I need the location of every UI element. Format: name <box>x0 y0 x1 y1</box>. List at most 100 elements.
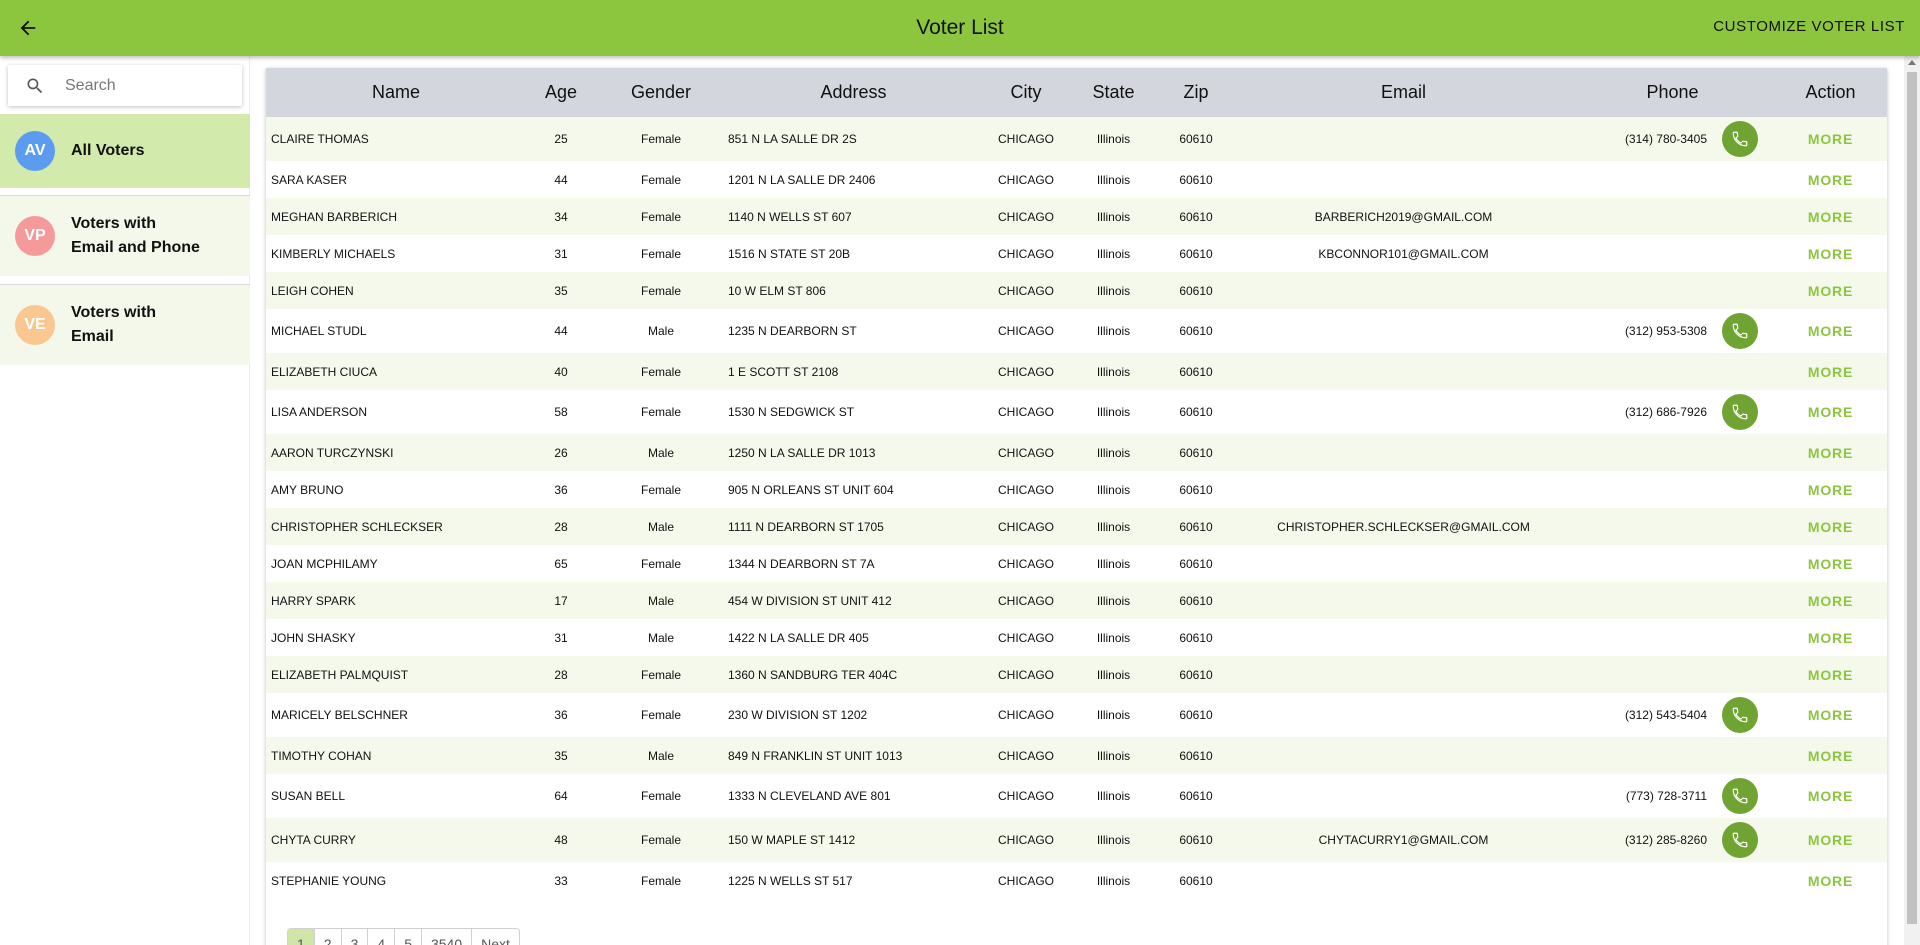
sidebar-item-voters-with-email-and-phone[interactable]: VP Voters with Email and Phone <box>0 196 250 276</box>
customize-voter-list-button[interactable]: CUSTOMIZE VOTER LIST <box>1713 18 1905 35</box>
cell-state: Illinois <box>1096 667 1131 682</box>
column-header-name[interactable]: Name <box>266 68 526 117</box>
more-button[interactable]: MORE <box>1808 748 1853 764</box>
more-button[interactable]: MORE <box>1808 364 1853 380</box>
sidebar-item-voters-with-email[interactable]: VE Voters with Email <box>0 285 250 365</box>
cell-age: 48 <box>554 833 568 847</box>
cell-address: 1201 N LA SALLE DR 2406 <box>728 172 876 187</box>
cell-email <box>1236 272 1571 309</box>
cell-city: CHICAGO <box>997 833 1054 847</box>
more-button[interactable]: MORE <box>1808 445 1853 461</box>
table-row: MARICELY BELSCHNER 36 Female 230 W DIVISION… <box>266 693 1887 737</box>
cell-action: MORE <box>1774 117 1887 161</box>
cell-state: Illinois <box>1096 172 1131 187</box>
cell-gender: Female <box>640 833 681 847</box>
scrollbar-thumb[interactable] <box>1907 72 1917 924</box>
more-button[interactable]: MORE <box>1808 283 1853 299</box>
more-button[interactable]: MORE <box>1808 707 1853 723</box>
table-row: ELIZABETH PALMQUIST 28 Female 1360 N SANDBU… <box>266 656 1887 693</box>
cell-gender: Male <box>647 748 674 763</box>
call-button[interactable] <box>1722 121 1758 157</box>
cell-city: CHICAGO <box>997 789 1054 803</box>
table-row: KIMBERLY MICHAELS 31 Female 1516 N STATE ST… <box>266 235 1887 272</box>
page-button-3[interactable]: 3 <box>342 929 369 945</box>
more-button[interactable]: MORE <box>1808 873 1853 889</box>
cell-gender: Female <box>640 873 681 888</box>
more-button[interactable]: MORE <box>1808 131 1853 147</box>
cell-gender: Male <box>647 324 674 338</box>
cell-state: Illinois <box>1096 364 1131 379</box>
call-button[interactable] <box>1722 778 1758 814</box>
back-button[interactable] <box>14 14 42 42</box>
more-button[interactable]: MORE <box>1808 209 1853 225</box>
more-button[interactable]: MORE <box>1808 172 1853 188</box>
cell-state: Illinois <box>1096 789 1131 803</box>
phone-icon <box>1732 404 1748 420</box>
cell-phone <box>1571 353 1774 390</box>
more-button[interactable]: MORE <box>1808 788 1853 804</box>
avatar: VE <box>15 305 55 345</box>
cell-action: MORE <box>1774 272 1887 309</box>
column-header-gender[interactable]: Gender <box>596 68 726 117</box>
more-button[interactable]: MORE <box>1808 556 1853 572</box>
table-row: CLAIRE THOMAS 25 Female 851 N LA SALLE DR 2… <box>266 117 1887 161</box>
call-button[interactable] <box>1722 697 1758 733</box>
page-button-5[interactable]: 5 <box>395 929 422 945</box>
column-header-zip[interactable]: Zip <box>1156 68 1236 117</box>
table-row: JOAN MCPHILAMY 65 Female 1344 N DEARBORN ST… <box>266 545 1887 582</box>
table-row: CHYTA CURRY 48 Female 150 W MAPLE ST 1412 CH… <box>266 818 1887 862</box>
cell-email: KBCONNOR101@GMAIL.COM <box>1318 246 1489 261</box>
column-header-email[interactable]: Email <box>1236 68 1571 117</box>
cell-state: Illinois <box>1096 630 1131 645</box>
more-button[interactable]: MORE <box>1808 482 1853 498</box>
cell-zip: 60610 <box>1179 667 1213 682</box>
cell-email <box>1236 774 1571 818</box>
sidebar-item-label: All Voters <box>71 139 145 163</box>
cell-phone <box>1571 619 1774 656</box>
cell-email <box>1236 737 1571 774</box>
more-button[interactable]: MORE <box>1808 323 1853 339</box>
cell-action: MORE <box>1774 818 1887 862</box>
vertical-scrollbar[interactable] <box>1904 56 1920 945</box>
more-button[interactable]: MORE <box>1808 404 1853 420</box>
page-button-last[interactable]: 3540 <box>422 929 473 945</box>
cell-gender: Female <box>640 482 681 497</box>
column-header-state[interactable]: State <box>1071 68 1156 117</box>
more-button[interactable]: MORE <box>1808 832 1853 848</box>
cell-state: Illinois <box>1096 324 1131 338</box>
cell-city: CHICAGO <box>997 246 1054 261</box>
more-button[interactable]: MORE <box>1808 593 1853 609</box>
call-button[interactable] <box>1722 394 1758 430</box>
more-button[interactable]: MORE <box>1808 667 1853 683</box>
scroll-up-arrow-icon[interactable] <box>1908 60 1916 65</box>
page-button-4[interactable]: 4 <box>368 929 396 945</box>
phone-wrap: (312) 285-8260 <box>1571 822 1774 858</box>
avatar: VP <box>15 216 55 256</box>
cell-age: 33 <box>554 873 568 888</box>
column-header-address[interactable]: Address <box>726 68 981 117</box>
cell-address: 1111 N DEARBORN ST 1705 <box>728 519 884 534</box>
cell-email <box>1236 309 1571 353</box>
call-button[interactable] <box>1722 822 1758 858</box>
next-page-button[interactable]: Next <box>472 929 519 945</box>
call-button[interactable] <box>1722 313 1758 349</box>
sidebar-item-all-voters[interactable]: AV All Voters <box>0 114 250 188</box>
cell-state: Illinois <box>1096 405 1131 419</box>
more-button[interactable]: MORE <box>1808 630 1853 646</box>
page-button-1[interactable]: 1 <box>288 929 315 945</box>
cell-address: 230 W DIVISION ST 1202 <box>728 708 868 722</box>
column-header-city[interactable]: City <box>981 68 1071 117</box>
sidebar-item-label-line1: Voters with <box>71 304 157 321</box>
cell-age: 36 <box>554 708 568 722</box>
cell-name: SARA KASER <box>271 172 348 187</box>
cell-address: 150 W MAPLE ST 1412 <box>728 833 856 847</box>
more-button[interactable]: MORE <box>1808 246 1853 262</box>
column-header-phone[interactable]: Phone <box>1571 68 1774 117</box>
cell-city: CHICAGO <box>997 873 1054 888</box>
cell-address: 905 N ORLEANS ST UNIT 604 <box>728 482 894 497</box>
page-button-2[interactable]: 2 <box>315 929 342 945</box>
column-header-age[interactable]: Age <box>526 68 596 117</box>
search-input[interactable] <box>65 76 215 95</box>
cell-age: 31 <box>554 246 568 261</box>
more-button[interactable]: MORE <box>1808 519 1853 535</box>
